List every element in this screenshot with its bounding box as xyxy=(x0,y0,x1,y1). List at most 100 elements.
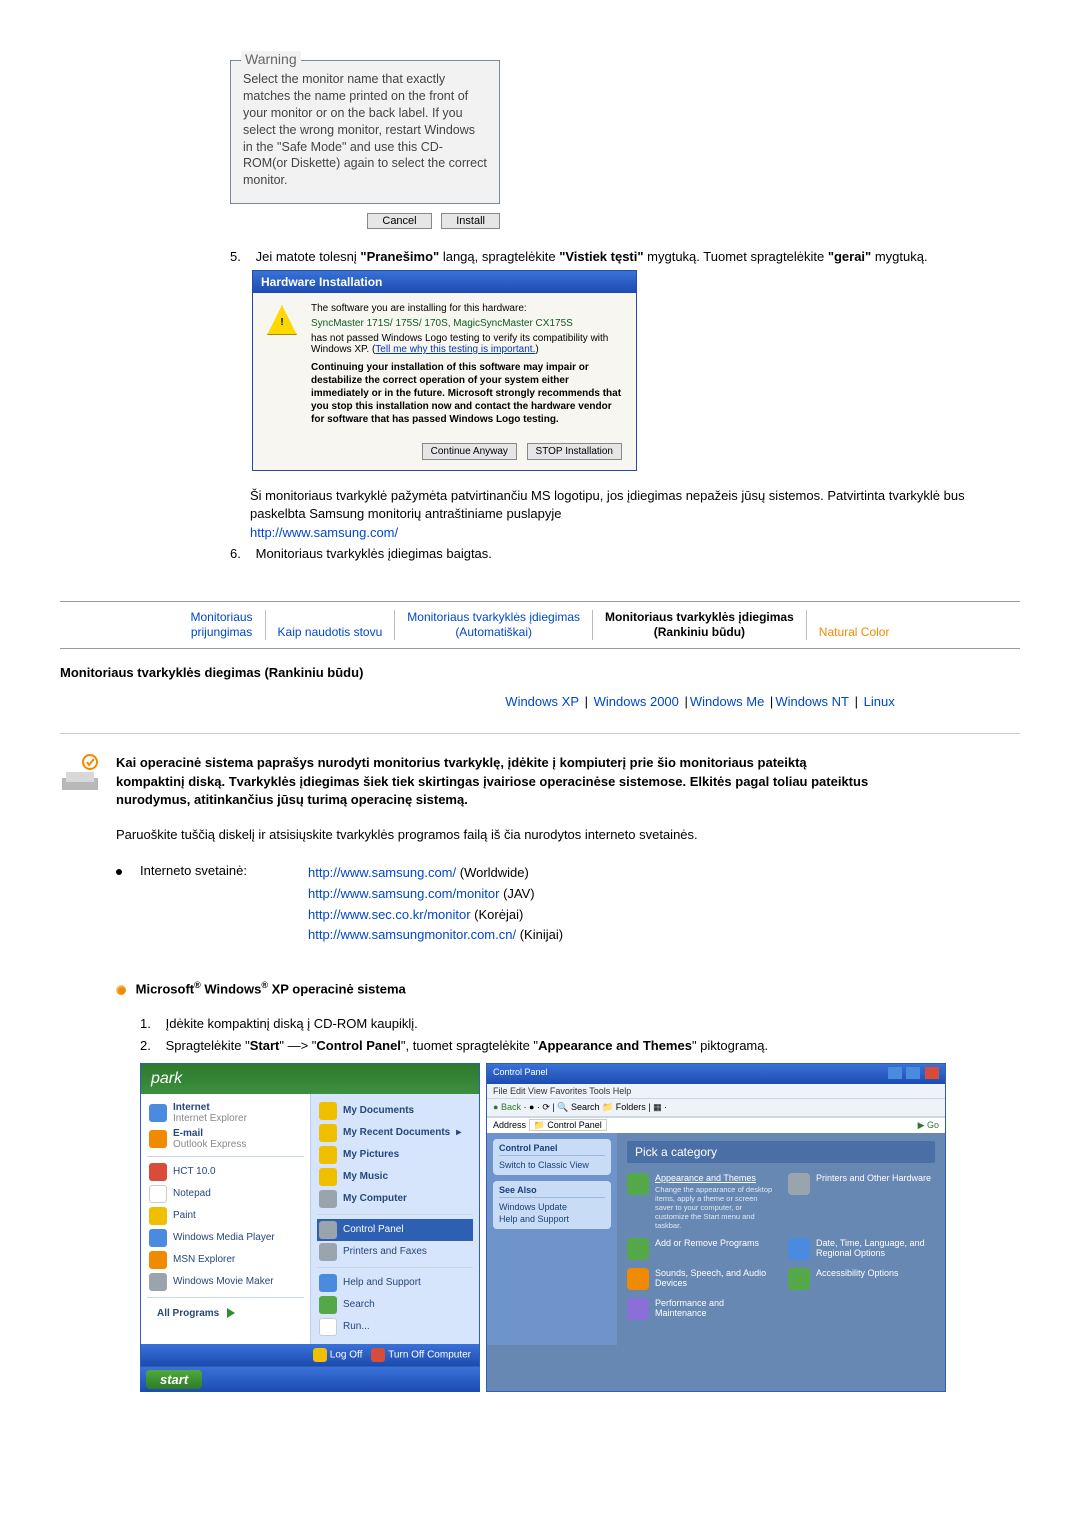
t: Turn Off Computer xyxy=(388,1350,471,1361)
stop-installation-button[interactable]: STOP Installation xyxy=(527,443,622,460)
sm-internet[interactable]: InternetInternet Explorer xyxy=(147,1100,304,1126)
close-icon[interactable] xyxy=(925,1067,939,1079)
cat-add-remove[interactable]: Add or Remove Programs xyxy=(627,1238,774,1260)
wmp-icon xyxy=(149,1229,167,1247)
printer-icon xyxy=(788,1173,810,1195)
sm-help[interactable]: Help and Support xyxy=(317,1272,473,1294)
sm-comp[interactable]: My Computer xyxy=(317,1188,473,1210)
t: langą, spragtelėkite xyxy=(439,249,559,264)
t: My Computer xyxy=(343,1193,407,1204)
cp-titlebar: Control Panel xyxy=(487,1064,945,1084)
cat-performance[interactable]: Performance and Maintenance xyxy=(627,1298,774,1320)
paint-icon xyxy=(149,1207,167,1225)
t: Log Off xyxy=(330,1350,363,1361)
tab-driver-auto[interactable]: Monitoriaus tvarkyklės įdiegimas(Automat… xyxy=(395,610,593,640)
cat-accessibility[interactable]: Accessibility Options xyxy=(788,1268,935,1290)
sm-printers[interactable]: Printers and Faxes xyxy=(317,1241,473,1263)
sm-notepad[interactable]: Notepad xyxy=(147,1183,304,1205)
hw-line3: has not passed Windows Logo testing to v… xyxy=(311,333,622,355)
turnoff-button[interactable]: Turn Off Computer xyxy=(371,1348,471,1362)
sfx: (Korėjai) xyxy=(471,907,524,922)
continue-anyway-button[interactable]: Continue Anyway xyxy=(422,443,517,460)
t: " piktogramą. xyxy=(692,1038,768,1053)
cat-printers-hardware[interactable]: Printers and Other Hardware xyxy=(788,1173,935,1230)
bullet-label: Interneto svetainė: xyxy=(140,863,290,878)
minimize-icon[interactable] xyxy=(888,1067,902,1079)
section-title: Monitoriaus tvarkyklės diegimas (Rankini… xyxy=(60,665,1020,680)
warning-legend: Warning xyxy=(241,51,301,67)
help-support-link[interactable]: Help and Support xyxy=(499,1213,605,1225)
sm-msn[interactable]: MSN Explorer xyxy=(147,1249,304,1271)
folder-icon xyxy=(319,1102,337,1120)
sfx: (Kinijai) xyxy=(516,927,563,942)
warning-dialog: Warning Select the monitor name that exa… xyxy=(230,60,500,229)
sm-docs[interactable]: My Documents xyxy=(317,1100,473,1122)
cat-appearance-themes[interactable]: Appearance and ThemesChange the appearan… xyxy=(627,1173,774,1230)
sm-music[interactable]: My Music xyxy=(317,1166,473,1188)
sm-pics[interactable]: My Pictures xyxy=(317,1144,473,1166)
notepad-icon xyxy=(149,1185,167,1203)
install-button[interactable]: Install xyxy=(441,213,500,229)
hardware-install-dialog: Hardware Installation ! The software you… xyxy=(252,270,637,471)
t: Control Panel xyxy=(547,1120,602,1130)
os-2000-link[interactable]: Windows 2000 xyxy=(594,694,679,709)
access-icon xyxy=(788,1268,810,1290)
back-button[interactable]: ● Back xyxy=(493,1102,521,1112)
section-tabs: Monitoriausprijungimas Kaip naudotis sto… xyxy=(60,602,1020,649)
warning-triangle-icon: ! xyxy=(267,305,297,335)
b: "Pranešimo" xyxy=(360,249,439,264)
os-me-link[interactable]: Windows Me xyxy=(690,694,764,709)
kr-link[interactable]: http://www.sec.co.kr/monitor xyxy=(308,907,471,922)
cat-sounds[interactable]: Sounds, Speech, and Audio Devices xyxy=(627,1268,774,1290)
sm-run[interactable]: Run... xyxy=(317,1316,473,1338)
printer-icon xyxy=(319,1243,337,1261)
go-button[interactable]: ▶ Go xyxy=(918,1120,939,1131)
cancel-button[interactable]: Cancel xyxy=(367,213,431,229)
power-icon xyxy=(371,1348,385,1362)
dialog-title: Hardware Installation xyxy=(253,271,636,293)
logoff-button[interactable]: Log Off xyxy=(313,1348,363,1362)
sm-email[interactable]: E-mailOutlook Express xyxy=(147,1126,304,1152)
perf-icon xyxy=(627,1298,649,1320)
cpanel-icon xyxy=(319,1221,337,1239)
sm-hct[interactable]: HCT 10.0 xyxy=(147,1161,304,1183)
t: " —> " xyxy=(279,1038,316,1053)
sm-recent[interactable]: My Recent Documents ▸ xyxy=(317,1122,473,1144)
sm-control-panel[interactable]: Control Panel xyxy=(317,1219,473,1241)
t: (Automatiškai) xyxy=(455,625,532,639)
computer-icon xyxy=(319,1190,337,1208)
tab-stand[interactable]: Kaip naudotis stovu xyxy=(266,610,396,640)
why-testing-link[interactable]: Tell me why this testing is important. xyxy=(375,344,535,355)
t: prijungimas xyxy=(191,625,252,639)
t: mygtuką. Tuomet spragtelėkite xyxy=(644,249,828,264)
sm-all-programs[interactable]: All Programs xyxy=(147,1302,304,1325)
os-nt-link[interactable]: Windows NT xyxy=(775,694,849,709)
cn-link[interactable]: http://www.samsungmonitor.com.cn/ xyxy=(308,927,516,942)
t: Internet xyxy=(173,1102,210,1113)
sm-paint[interactable]: Paint xyxy=(147,1205,304,1227)
ww-link[interactable]: http://www.samsung.com/ xyxy=(308,865,456,880)
b: "Vistiek tęsti" xyxy=(559,249,643,264)
switch-classic-link[interactable]: Switch to Classic View xyxy=(499,1159,605,1171)
hw-bold-warning: Continuing your installation of this sof… xyxy=(311,361,622,426)
cp-main: Pick a category Appearance and ThemesCha… xyxy=(617,1133,945,1345)
tab-natural-color[interactable]: Natural Color xyxy=(807,610,902,640)
os-xp-link[interactable]: Windows XP xyxy=(505,694,579,709)
t: Internet Explorer xyxy=(173,1113,247,1124)
folder-icon xyxy=(319,1124,337,1142)
maximize-icon[interactable] xyxy=(906,1067,920,1079)
tab-connection[interactable]: Monitoriausprijungimas xyxy=(179,610,266,640)
t: Outlook Express xyxy=(173,1139,246,1150)
us-link[interactable]: http://www.samsung.com/monitor xyxy=(308,886,499,901)
os-linux-link[interactable]: Linux xyxy=(864,694,895,709)
start-button[interactable]: start xyxy=(146,1370,202,1389)
sm-wmp[interactable]: Windows Media Player xyxy=(147,1227,304,1249)
win-update-link[interactable]: Windows Update xyxy=(499,1201,605,1213)
cp-menubar[interactable]: File Edit View Favorites Tools Help xyxy=(487,1084,945,1098)
sm-wmm[interactable]: Windows Movie Maker xyxy=(147,1271,304,1293)
sm-search[interactable]: Search xyxy=(317,1294,473,1316)
samsung-link[interactable]: http://www.samsung.com/ xyxy=(250,525,398,540)
t: Search xyxy=(571,1102,600,1112)
cat-date-time[interactable]: Date, Time, Language, and Regional Optio… xyxy=(788,1238,935,1260)
tab-driver-manual[interactable]: Monitoriaus tvarkyklės įdiegimas(Rankini… xyxy=(593,610,807,640)
